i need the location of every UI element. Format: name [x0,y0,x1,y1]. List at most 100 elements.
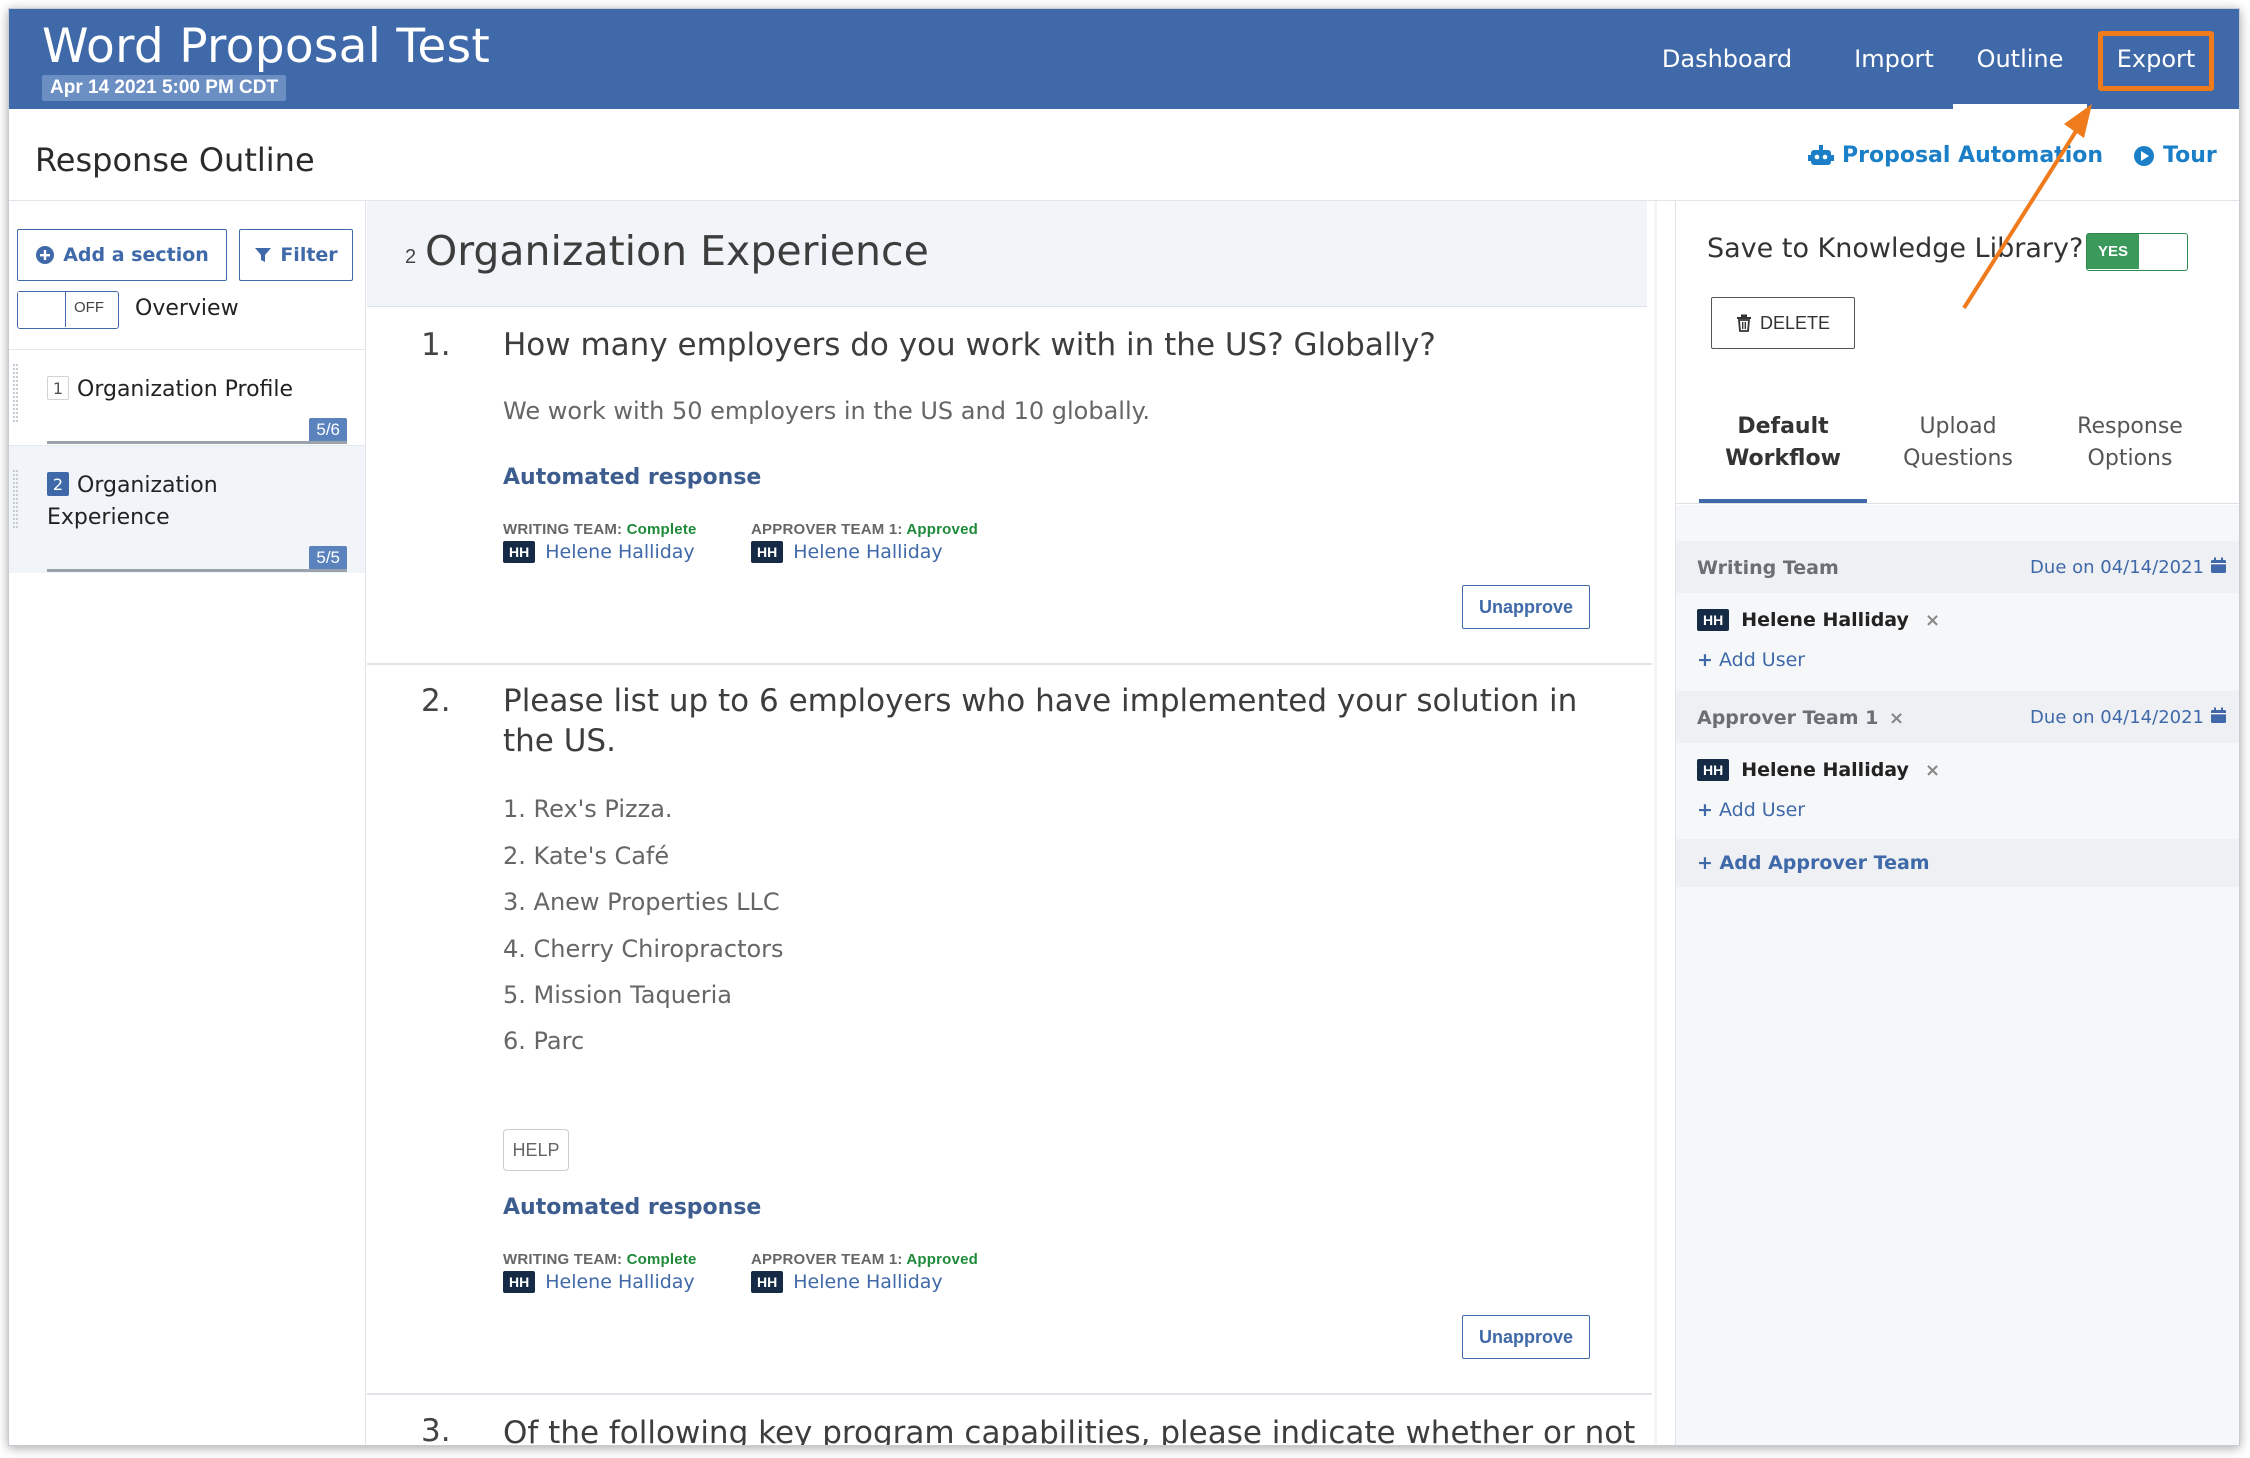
remove-team-icon[interactable]: × [1889,708,1904,729]
approver-team-user[interactable]: HH Helene Halliday [751,1271,943,1293]
add-user-label: Add User [1718,799,1806,821]
question-divider [367,1393,1652,1395]
user-initials-avatar: HH [1697,759,1730,781]
sidebar-section-title: 2 Organization Experience [47,470,297,534]
toggle-state: YES [2087,234,2139,269]
sidebar-section-2[interactable]: 2 Organization Experience 5/5 [9,445,365,573]
tab-line: Workflow [1725,446,1841,471]
toggle-knob [18,292,66,327]
answer-line[interactable]: 4. Cherry Chiropractors [503,935,784,963]
question-text[interactable]: Please list up to 6 employers who have i… [503,681,1583,761]
sidebar-section-title: 1 Organization Profile [47,374,293,406]
answer-line[interactable]: 6. Parc [503,1027,584,1055]
robot-icon [1808,144,1834,165]
approver-team-label: APPROVER TEAM 1: [751,521,903,538]
delete-button[interactable]: DELETE [1711,297,1855,349]
trash-icon [1736,314,1751,332]
sidebar-section-label: Organization Experience [47,473,218,530]
proposal-automation-label: Proposal Automation [1842,143,2104,168]
unapprove-button[interactable]: Unapprove [1462,585,1590,629]
tab-response-options[interactable]: Response Options [2046,411,2214,475]
nav-import[interactable]: Import [1831,9,1957,109]
team-name: Writing Team [1697,557,1839,579]
due-date[interactable]: Due on 04/14/2021 [2030,557,2204,578]
plus-icon: + [1697,852,1713,874]
writing-team-state: Complete [626,1251,697,1268]
add-user-link[interactable]: + Add User [1697,799,1805,821]
sidebar-section-label: Organization Profile [77,377,294,402]
calendar-icon[interactable] [2210,557,2227,574]
calendar-icon[interactable] [2210,707,2227,724]
overview-label: Overview [135,296,239,321]
answer-line[interactable]: 2. Kate's Café [503,842,669,870]
main-scrollbar[interactable] [1654,201,1657,1445]
add-section-button[interactable]: Add a section [17,229,227,281]
proposal-automation-link[interactable]: Proposal Automation [1808,143,2103,168]
approver-team-user[interactable]: HH Helene Halliday [751,541,943,563]
section-count-badge: 5/5 [309,546,347,570]
add-user-link[interactable]: + Add User [1697,649,1805,671]
question-text[interactable]: How many employers do you work with in t… [503,325,1583,365]
user-name: Helene Halliday [793,1271,943,1293]
writing-team-user[interactable]: HH Helene Halliday [503,541,695,563]
add-approver-team-label: Add Approver Team [1719,852,1930,874]
user-name: Helene Halliday [545,541,695,563]
knowledge-library-toggle[interactable]: YES [2086,233,2188,271]
answer-text[interactable]: We work with 50 employers in the US and … [503,397,1150,425]
question-number: 2. [421,683,451,719]
plus-icon: + [1697,799,1713,821]
overview-toggle[interactable]: OFF [17,291,119,329]
due-date[interactable]: Due on 04/14/2021 [2030,707,2204,728]
approver-team-status: APPROVER TEAM 1: Approved [751,1251,978,1268]
writing-team-member: HH Helene Halliday × [1697,609,1940,631]
page-title: Response Outline [35,141,315,179]
add-approver-team-row: + Add Approver Team [1676,839,2239,887]
writing-team-user[interactable]: HH Helene Halliday [503,1271,695,1293]
tab-line: Questions [1903,446,2013,471]
section-count-badge: 5/6 [309,418,347,442]
sidebar-section-1[interactable]: 1 Organization Profile 5/6 [9,349,365,445]
remove-user-icon[interactable]: × [1925,610,1940,631]
filter-icon [255,248,272,262]
drag-handle[interactable] [13,470,18,528]
tab-border [1676,503,2239,504]
tab-line: Response [2077,414,2183,439]
due-date-badge: Apr 14 2021 5:00 PM CDT [42,75,287,101]
tour-label: Tour [2163,143,2217,168]
user-initials-avatar: HH [751,1271,784,1293]
add-approver-team-link[interactable]: + Add Approver Team [1697,852,1930,874]
writing-team-state: Complete [626,521,697,538]
answer-line[interactable]: 5. Mission Taqueria [503,981,732,1009]
plus-circle-icon [36,246,55,264]
panel-top: Save to Knowledge Library? YES DELETE De… [1676,201,2239,505]
writing-team-label: WRITING TEAM: [503,1251,623,1268]
user-initials-avatar: HH [751,541,784,563]
answer-line[interactable]: 1. Rex's Pizza. [503,795,673,823]
tab-default-workflow[interactable]: Default Workflow [1699,411,1867,475]
tour-link[interactable]: Tour [2127,143,2217,168]
user-initials-avatar: HH [1697,609,1730,631]
writing-team-status: WRITING TEAM: Complete [503,521,697,538]
user-name: Helene Halliday [1741,759,1909,781]
answer-line[interactable]: 3. Anew Properties LLC [503,888,780,916]
outline-sidebar: Add a section Filter OFF Overview 1 Organ… [9,201,366,1445]
approver-team-state: Approved [906,1251,978,1268]
app-window: Word Proposal Test Apr 14 2021 5:00 PM C… [8,8,2240,1446]
writing-team-status: WRITING TEAM: Complete [503,1251,697,1268]
nav-dashboard[interactable]: Dashboard [1649,9,1805,109]
unapprove-button[interactable]: Unapprove [1462,1315,1590,1359]
knowledge-library-label: Save to Knowledge Library? [1707,233,2084,264]
section-header-number: 2 [405,246,417,268]
remove-user-icon[interactable]: × [1925,760,1940,781]
approver-team-member: HH Helene Halliday × [1697,759,1940,781]
tab-upload-questions[interactable]: Upload Questions [1874,411,2042,475]
question-text[interactable]: Of the following key program capabilitie… [503,1413,1635,1445]
filter-button[interactable]: Filter [239,229,353,281]
section-progress-line [47,441,347,444]
drag-handle[interactable] [13,364,18,422]
help-tag[interactable]: HELP [503,1129,569,1171]
top-bar: Word Proposal Test Apr 14 2021 5:00 PM C… [9,9,2239,109]
toggle-state: OFF [74,299,104,316]
play-circle-icon [2134,145,2154,166]
nav-outline[interactable]: Outline [1953,9,2087,109]
